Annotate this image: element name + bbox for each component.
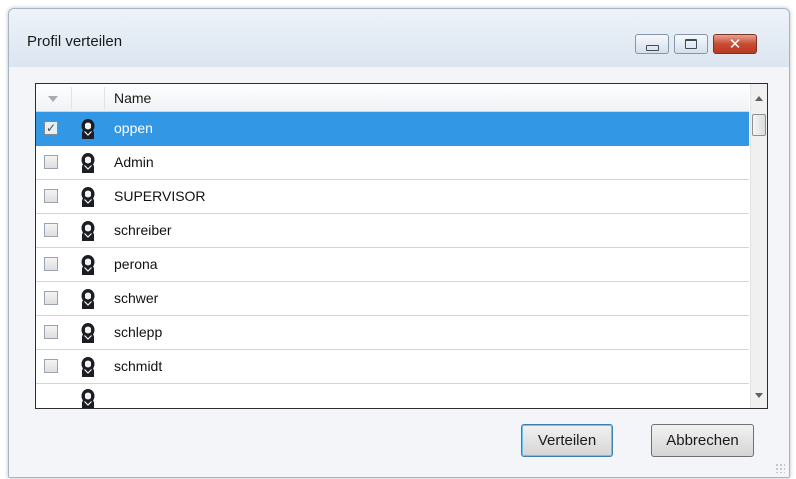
row-name: SUPERVISOR (114, 188, 206, 204)
list-item[interactable]: Admin (36, 146, 749, 180)
user-profile-icon (78, 388, 98, 408)
verteilen-button[interactable]: Verteilen (521, 424, 613, 457)
row-name: schmidt (114, 358, 163, 374)
column-divider[interactable] (71, 87, 72, 109)
list-item[interactable]: perona (36, 248, 749, 282)
user-profile-icon (78, 152, 98, 174)
sort-arrow-icon[interactable] (48, 96, 58, 102)
row-name: schreiber (114, 222, 172, 238)
list-item[interactable]: SUPERVISOR (36, 180, 749, 214)
column-header-name[interactable]: Name (114, 90, 151, 106)
user-profile-icon (78, 186, 98, 208)
user-profile-icon (78, 322, 98, 344)
window-title: Profil verteilen (27, 33, 123, 50)
row-checkbox[interactable] (44, 223, 58, 237)
dialog-window: Profil verteilen ✕ Name ✓ oppen Admin SUPER… (8, 8, 790, 478)
scroll-up-button[interactable] (751, 90, 767, 107)
row-checkbox[interactable]: ✓ (44, 121, 58, 135)
scroll-thumb[interactable] (752, 114, 766, 136)
dialog-body: Name ✓ oppen Admin SUPERVISOR schreiber peron… (9, 67, 789, 477)
abbrechen-button[interactable]: Abbrechen (651, 424, 754, 457)
list-item-partial (36, 384, 749, 408)
row-checkbox[interactable] (44, 189, 58, 203)
list-item[interactable]: ✓ oppen (36, 112, 749, 146)
row-name: oppen (114, 120, 153, 136)
row-name: perona (114, 256, 158, 272)
title-bar[interactable]: Profil verteilen ✕ (9, 9, 789, 67)
scroll-down-button[interactable] (751, 387, 767, 404)
row-name: schlepp (114, 324, 163, 340)
user-profile-icon (78, 288, 98, 310)
user-profile-icon (78, 118, 98, 140)
row-name: schwer (114, 290, 159, 306)
row-checkbox[interactable] (44, 257, 58, 271)
list-item[interactable]: schwer (36, 282, 749, 316)
row-name: Admin (114, 154, 154, 170)
list-item[interactable]: schlepp (36, 316, 749, 350)
list-item[interactable]: schreiber (36, 214, 749, 248)
close-button[interactable]: ✕ (713, 34, 757, 54)
row-checkbox[interactable] (44, 359, 58, 373)
maximize-button[interactable] (674, 34, 708, 54)
list-header: Name (36, 84, 749, 112)
row-checkbox[interactable] (44, 325, 58, 339)
arrow-up-icon (755, 96, 763, 101)
arrow-down-icon (755, 393, 763, 398)
list-rows: ✓ oppen Admin SUPERVISOR schreiber perona schw… (36, 112, 749, 408)
column-divider[interactable] (104, 87, 105, 109)
close-icon: ✕ (728, 35, 742, 53)
resize-grip[interactable] (775, 463, 785, 473)
user-profile-icon (78, 254, 98, 276)
row-checkbox[interactable] (44, 155, 58, 169)
user-list[interactable]: Name ✓ oppen Admin SUPERVISOR schreiber peron… (35, 83, 768, 409)
maximize-icon (685, 39, 697, 49)
minimize-button[interactable] (635, 34, 669, 54)
user-profile-icon (78, 220, 98, 242)
vertical-scrollbar[interactable] (750, 84, 767, 408)
user-profile-icon (78, 356, 98, 378)
minimize-icon (645, 45, 659, 51)
list-item[interactable]: schmidt (36, 350, 749, 384)
row-checkbox[interactable] (44, 291, 58, 305)
